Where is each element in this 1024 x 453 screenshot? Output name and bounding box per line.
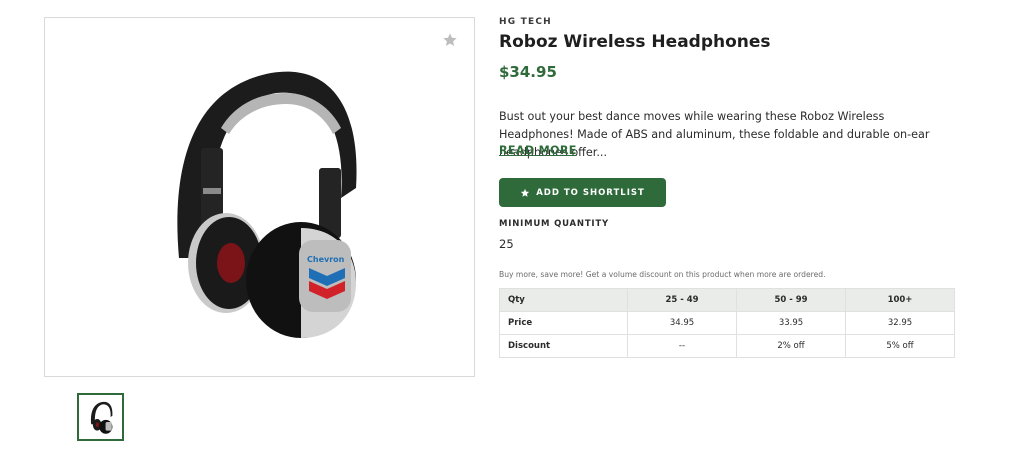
discount-tier-1: -- xyxy=(627,334,737,358)
headphones-image: Chevron xyxy=(177,71,357,338)
table-header-row: Qty 25 - 49 50 - 99 100+ xyxy=(499,288,955,312)
logo-text: Chevron xyxy=(307,255,345,264)
thumbnail-headphones[interactable] xyxy=(77,393,124,441)
discount-tier-3: 5% off xyxy=(845,334,955,358)
brand-name[interactable]: HG TECH xyxy=(499,17,552,27)
headphones-thumbnail-image xyxy=(90,401,112,434)
add-to-shortlist-label: ADD TO SHORTLIST xyxy=(536,187,645,198)
favorite-star-button[interactable] xyxy=(440,30,460,50)
header-tier-3: 100+ xyxy=(845,288,955,312)
discount-tier-2: 2% off xyxy=(736,334,846,358)
price-tier-2: 33.95 xyxy=(736,311,846,335)
header-tier-1: 25 - 49 xyxy=(627,288,737,312)
read-more-link[interactable]: READ MORE xyxy=(499,144,577,157)
main-product-image: Chevron xyxy=(44,17,475,377)
volume-discount-table: Qty 25 - 49 50 - 99 100+ Price 34.95 33.… xyxy=(499,288,955,358)
minimum-quantity-value: 25 xyxy=(499,237,514,251)
header-tier-2: 50 - 99 xyxy=(736,288,846,312)
header-qty: Qty xyxy=(499,288,628,312)
row-label-price: Price xyxy=(499,311,628,335)
table-row-price: Price 34.95 33.95 32.95 xyxy=(499,311,955,335)
price-tier-1: 34.95 xyxy=(627,311,737,335)
volume-discount-note: Buy more, save more! Get a volume discou… xyxy=(499,270,826,279)
product-price: $34.95 xyxy=(499,63,557,81)
price-tier-3: 32.95 xyxy=(845,311,955,335)
add-to-shortlist-button[interactable]: ADD TO SHORTLIST xyxy=(499,178,666,207)
minimum-quantity-label: MINIMUM QUANTITY xyxy=(499,219,609,229)
product-title: Roboz Wireless Headphones xyxy=(499,32,771,52)
star-icon xyxy=(521,188,530,197)
star-icon xyxy=(443,33,457,46)
row-label-discount: Discount xyxy=(499,334,628,358)
table-row-discount: Discount -- 2% off 5% off xyxy=(499,334,955,358)
